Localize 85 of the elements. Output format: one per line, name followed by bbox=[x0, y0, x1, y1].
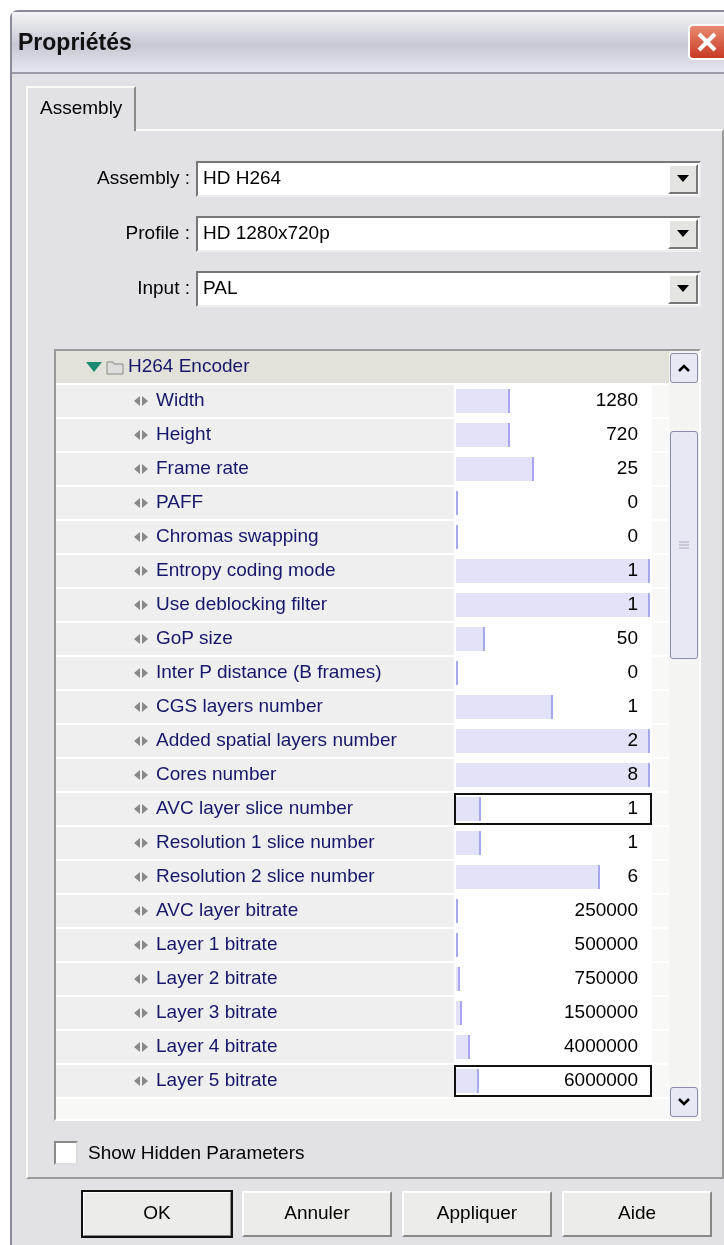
diamond-arrows-icon bbox=[134, 394, 148, 407]
diamond-arrows-icon bbox=[134, 1006, 148, 1019]
diamond-arrows-icon bbox=[134, 428, 148, 441]
value-field[interactable]: 25 bbox=[454, 452, 652, 485]
diamond-arrows-icon bbox=[134, 1074, 148, 1087]
property-label: Added spatial layers number bbox=[156, 728, 397, 753]
value-field[interactable]: 1280 bbox=[454, 384, 652, 417]
property-label: Layer 4 bitrate bbox=[156, 1034, 278, 1059]
property-label: Height bbox=[156, 422, 211, 447]
property-label: Inter P distance (B frames) bbox=[156, 660, 382, 685]
property-label: Cores number bbox=[156, 762, 277, 787]
scrollbar[interactable] bbox=[669, 350, 699, 1119]
diamond-arrows-icon bbox=[134, 530, 148, 543]
close-icon[interactable] bbox=[688, 24, 724, 60]
diamond-arrows-icon bbox=[134, 462, 148, 475]
folder-icon bbox=[106, 358, 124, 375]
group-label: H264 Encoder bbox=[128, 354, 250, 379]
diamond-arrows-icon bbox=[134, 700, 148, 713]
value-field[interactable]: 1 bbox=[454, 554, 652, 587]
dialog-button[interactable]: OK bbox=[82, 1190, 232, 1237]
checkbox[interactable] bbox=[54, 1140, 78, 1165]
value-field[interactable]: 750000 bbox=[454, 962, 652, 995]
dialog-button[interactable]: Appliquer bbox=[402, 1190, 552, 1237]
property-label: Layer 1 bitrate bbox=[156, 932, 278, 957]
value-field[interactable]: 0 bbox=[454, 656, 652, 689]
field-label: Profile : bbox=[124, 221, 191, 246]
value-field[interactable]: 500000 bbox=[454, 928, 652, 961]
property-label: AVC layer bitrate bbox=[156, 898, 299, 923]
property-label: Layer 2 bitrate bbox=[156, 966, 278, 991]
value-field[interactable]: 1 bbox=[454, 588, 652, 621]
value-field[interactable]: 4000000 bbox=[454, 1030, 652, 1063]
value-field[interactable]: 250000 bbox=[454, 894, 652, 927]
property-label: Width bbox=[156, 388, 205, 413]
diamond-arrows-icon bbox=[134, 632, 148, 645]
dropdown-field[interactable]: PAL bbox=[196, 270, 701, 307]
property-label: CGS layers number bbox=[156, 694, 323, 719]
value-field[interactable]: 0 bbox=[454, 486, 652, 519]
field-label: Input : bbox=[136, 276, 191, 301]
scroll-thumb[interactable] bbox=[670, 430, 698, 659]
diamond-arrows-icon bbox=[134, 496, 148, 509]
value-field[interactable]: 6 bbox=[454, 860, 652, 893]
scroll-down-icon[interactable] bbox=[670, 1086, 698, 1117]
diamond-arrows-icon bbox=[134, 1040, 148, 1053]
dropdown-field[interactable]: HD 1280x720p bbox=[196, 215, 701, 252]
value-field[interactable]: 1 bbox=[454, 826, 652, 859]
diamond-arrows-icon bbox=[134, 564, 148, 577]
property-label: GoP size bbox=[156, 626, 233, 651]
collapse-triangle-icon[interactable] bbox=[86, 360, 102, 373]
value-field[interactable]: 1 bbox=[454, 690, 652, 723]
property-label: Use deblocking filter bbox=[156, 592, 328, 617]
value-field[interactable]: 1 bbox=[454, 792, 652, 825]
diamond-arrows-icon bbox=[134, 598, 148, 611]
property-label: Resolution 1 slice number bbox=[156, 830, 375, 855]
diamond-arrows-icon bbox=[134, 734, 148, 747]
value-field[interactable]: 8 bbox=[454, 758, 652, 791]
value-field[interactable]: 720 bbox=[454, 418, 652, 451]
diamond-arrows-icon bbox=[134, 802, 148, 815]
diamond-arrows-icon bbox=[134, 768, 148, 781]
field-label: Assembly : bbox=[96, 166, 191, 191]
property-label: Frame rate bbox=[156, 456, 249, 481]
diamond-arrows-icon bbox=[134, 666, 148, 679]
property-label: PAFF bbox=[156, 490, 204, 515]
window-title: Propriétés bbox=[18, 27, 132, 57]
property-label: Resolution 2 slice number bbox=[156, 864, 375, 889]
diamond-arrows-icon bbox=[134, 938, 148, 951]
dialog-button[interactable]: Aide bbox=[562, 1190, 712, 1237]
property-label: AVC layer slice number bbox=[156, 796, 354, 821]
value-field[interactable]: 0 bbox=[454, 520, 652, 553]
scroll-up-icon[interactable] bbox=[670, 352, 698, 383]
property-label: Entropy coding mode bbox=[156, 558, 336, 583]
dropdown-field[interactable]: HD H264 bbox=[196, 160, 701, 197]
diamond-arrows-icon bbox=[134, 870, 148, 883]
value-field[interactable]: 2 bbox=[454, 724, 652, 757]
property-label: Layer 3 bitrate bbox=[156, 1000, 278, 1025]
tab[interactable]: Assembly bbox=[26, 86, 137, 131]
property-label: Chromas swapping bbox=[156, 524, 319, 549]
diamond-arrows-icon bbox=[134, 972, 148, 985]
dialog-button[interactable]: Annuler bbox=[242, 1190, 392, 1237]
diamond-arrows-icon bbox=[134, 836, 148, 849]
value-field[interactable]: 50 bbox=[454, 622, 652, 655]
checkbox-label: Show Hidden Parameters bbox=[88, 1140, 305, 1165]
diamond-arrows-icon bbox=[134, 904, 148, 917]
value-field[interactable]: 6000000 bbox=[454, 1064, 652, 1097]
property-label: Layer 5 bitrate bbox=[156, 1068, 278, 1093]
value-field[interactable]: 1500000 bbox=[454, 996, 652, 1029]
